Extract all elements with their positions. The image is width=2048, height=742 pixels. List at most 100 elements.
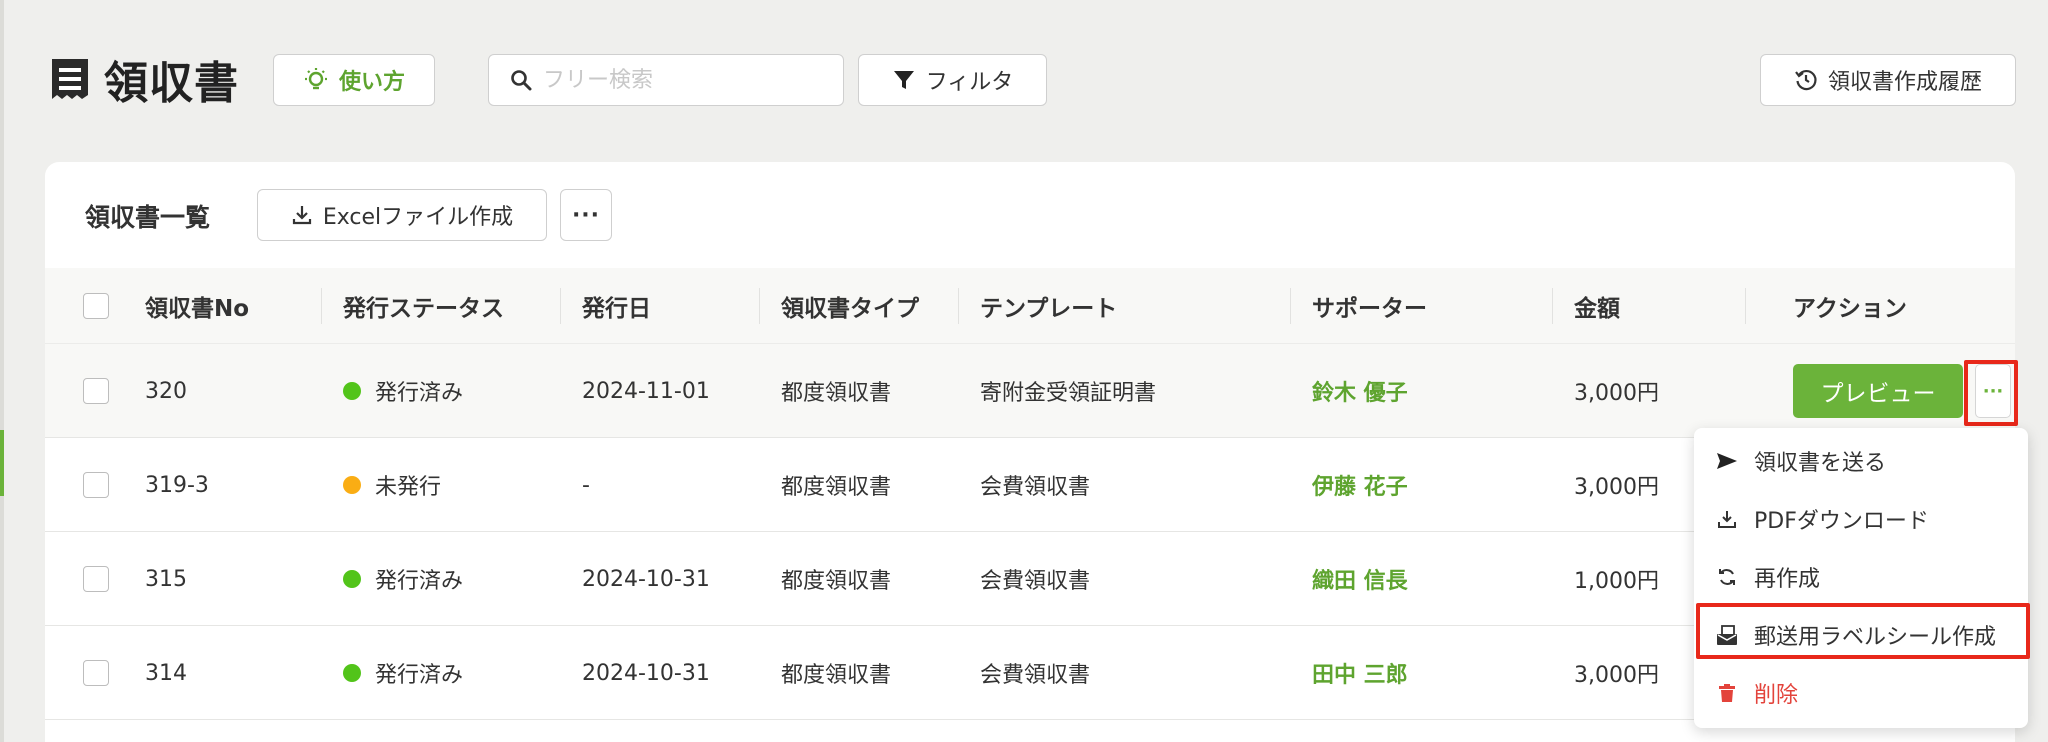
status-dot [343, 476, 361, 494]
menu-item-pdf-download[interactable]: PDFダウンロード [1694, 490, 2028, 548]
template-name: 会費領収書 [980, 663, 1091, 688]
column-divider [560, 288, 561, 324]
supporter-link[interactable]: 伊藤 花子 [1312, 438, 1408, 532]
row-checkbox[interactable] [83, 378, 109, 404]
status-dot [343, 664, 361, 682]
status-cell: 発行済み [343, 626, 463, 720]
receipt-type: 都度領収書 [781, 381, 892, 406]
page-header: 領収書 使い方 フィルタ 領収書作成履歴 [50, 52, 2016, 109]
menu-item-label: 削除 [1754, 683, 1799, 708]
filter-button[interactable]: フィルタ [858, 54, 1047, 106]
refresh-icon [1716, 566, 1738, 588]
issue-date: 2024-11-01 [582, 378, 710, 404]
column-divider [958, 288, 959, 324]
download-icon [1716, 508, 1738, 530]
table-header: 領収書No 発行ステータス 発行日 領収書タイプ テンプレート サポーター 金額… [45, 268, 2015, 344]
column-divider [1552, 288, 1553, 324]
status-label: 発行済み [375, 569, 464, 594]
preview-button[interactable]: プレビュー [1793, 364, 1963, 418]
row-select-cell [83, 626, 109, 720]
card-header: 領収書一覧 Excelファイル作成 ··· [45, 162, 2015, 268]
menu-item-delete[interactable]: 削除 [1694, 664, 2028, 722]
column-header: 金額 [1574, 296, 1620, 322]
receipt-no: 315 [145, 566, 187, 592]
receipt-no: 319-3 [145, 472, 209, 498]
download-icon [292, 206, 311, 225]
menu-item-label: 領収書を送る [1754, 451, 1887, 476]
row-action-menu: 領収書を送る PDFダウンロード 再作成 郵送用ラベルシール作成 削除 [1694, 428, 2028, 728]
search-icon [511, 70, 532, 91]
receipt-no: 314 [145, 660, 187, 686]
column-header: テンプレート [980, 296, 1118, 322]
search-box[interactable] [488, 54, 844, 106]
template-name: 会費領収書 [980, 475, 1091, 500]
receipt-type: 都度領収書 [781, 663, 892, 688]
receipt-no: 320 [145, 378, 187, 404]
row-checkbox[interactable] [83, 472, 109, 498]
row-checkbox[interactable] [83, 566, 109, 592]
status-dot [343, 382, 361, 400]
receipt-type: 都度領収書 [781, 475, 892, 500]
column-divider [759, 288, 760, 324]
status-dot [343, 570, 361, 588]
status-label: 発行済み [375, 381, 464, 406]
receipt-icon [52, 59, 88, 101]
status-label: 未発行 [375, 475, 442, 500]
more-options-button[interactable]: ··· [560, 189, 612, 241]
status-label: 発行済み [375, 663, 464, 688]
row-more-highlight [1964, 360, 2018, 426]
howto-label: 使い方 [338, 70, 405, 95]
history-button[interactable]: 領収書作成履歴 [1760, 54, 2016, 106]
row-select-cell [83, 532, 109, 626]
amount: 3,000円 [1574, 475, 1659, 500]
search-input[interactable] [543, 67, 823, 93]
lightbulb-icon [304, 68, 327, 90]
page-title-text: 領収書 [104, 58, 239, 109]
column-header: 発行日 [582, 296, 651, 322]
issue-date: 2024-10-31 [582, 660, 710, 686]
column-divider [1290, 288, 1291, 324]
menu-item-recreate[interactable]: 再作成 [1694, 548, 2028, 606]
history-icon [1795, 69, 1817, 91]
status-cell: 発行済み [343, 532, 463, 626]
filter-icon [893, 71, 914, 89]
template-name: 会費領収書 [980, 569, 1091, 594]
column-header: アクション [1793, 296, 1907, 322]
amount: 1,000円 [1574, 569, 1659, 594]
menu-item-label: 再作成 [1754, 567, 1821, 592]
excel-export-label: Excelファイル作成 [322, 205, 514, 230]
menu-item-highlight [1696, 603, 2030, 659]
table-row[interactable]: 320 発行済み 2024-11-01 都度領収書 寄附金受領証明書 鈴木 優子… [45, 344, 2015, 438]
supporter-link[interactable]: 田中 三郎 [1312, 626, 1408, 720]
left-edge-accent [0, 430, 4, 496]
column-header: 発行ステータス [343, 296, 504, 322]
column-header: サポーター [1312, 296, 1427, 322]
issue-date: 2024-10-31 [582, 566, 710, 592]
row-select-cell [83, 438, 109, 532]
trash-icon [1716, 682, 1738, 704]
status-cell: 発行済み [343, 344, 463, 438]
howto-button[interactable]: 使い方 [273, 54, 435, 106]
template-name: 寄附金受領証明書 [980, 381, 1157, 406]
column-header: 領収書No [145, 296, 250, 322]
select-all-cell [83, 268, 109, 344]
left-edge-rule [0, 0, 4, 742]
filter-label: フィルタ [925, 70, 1014, 95]
card-title: 領収書一覧 [85, 203, 211, 232]
supporter-link[interactable]: 織田 信長 [1312, 532, 1408, 626]
issue-date: - [582, 472, 590, 498]
history-label: 領収書作成履歴 [1827, 70, 1982, 95]
row-checkbox[interactable] [83, 660, 109, 686]
menu-item-label: PDFダウンロード [1754, 509, 1929, 534]
amount: 3,000円 [1574, 663, 1659, 688]
select-all-checkbox[interactable] [83, 293, 109, 319]
amount: 3,000円 [1574, 381, 1659, 406]
menu-item-send-receipt[interactable]: 領収書を送る [1694, 432, 2028, 490]
supporter-link[interactable]: 鈴木 優子 [1312, 344, 1408, 438]
row-select-cell [83, 344, 109, 438]
status-cell: 未発行 [343, 438, 441, 532]
excel-export-button[interactable]: Excelファイル作成 [257, 189, 547, 241]
page-title: 領収書 [50, 52, 239, 109]
send-icon [1716, 450, 1738, 472]
column-divider [321, 288, 322, 324]
